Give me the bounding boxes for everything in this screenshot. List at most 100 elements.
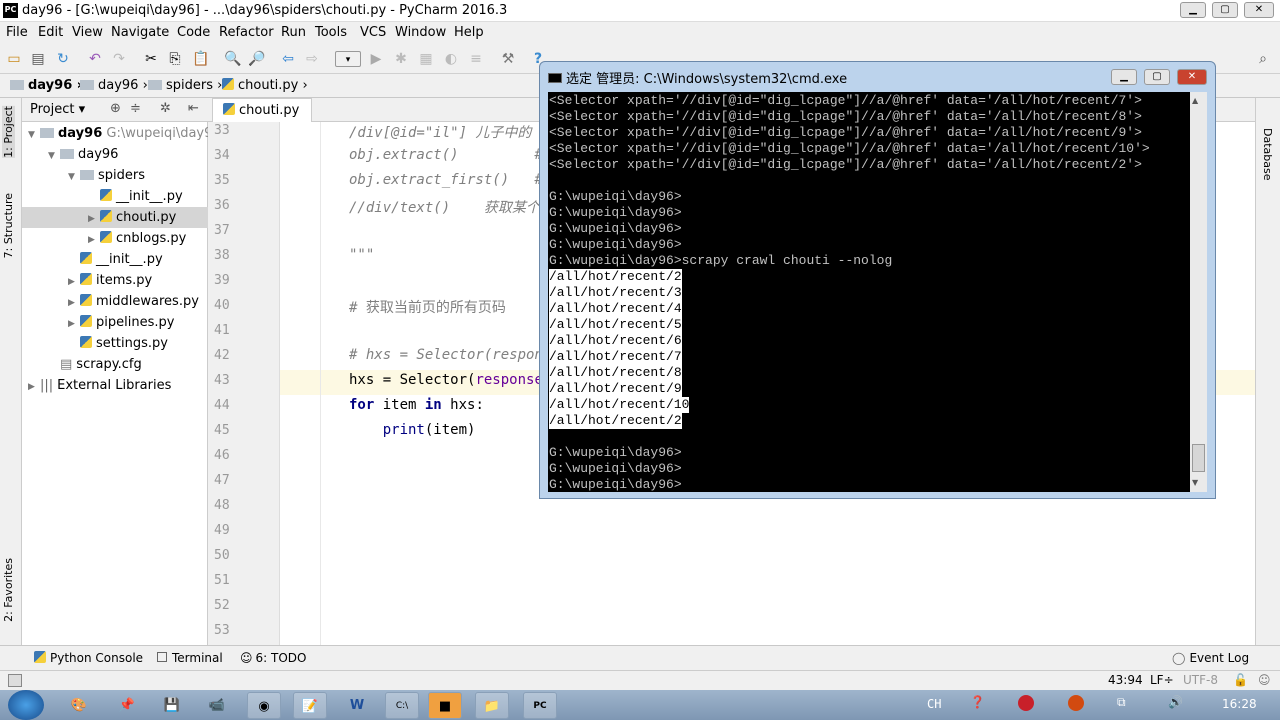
structure-tool-tab[interactable]: 7: Structure [2, 193, 15, 258]
tree-item[interactable]: ▼ day96 [48, 144, 118, 165]
breadcrumb-item[interactable]: day96 › [10, 78, 82, 93]
tab-chouti-py[interactable]: chouti.py × [212, 98, 312, 141]
gear-icon[interactable]: ✲ [160, 101, 171, 116]
copy-icon[interactable]: ⎘ [167, 51, 183, 67]
scroll-up-icon[interactable]: ▲ [1192, 96, 1198, 105]
cmd-scroll-thumb[interactable] [1192, 444, 1205, 472]
menu-window[interactable]: Window [395, 25, 446, 40]
tree-item[interactable]: settings.py [68, 333, 168, 354]
expand-arrow-icon[interactable]: ▶ [88, 230, 100, 251]
find-icon[interactable]: 🔍 [224, 51, 241, 67]
run-icon[interactable]: ▶ [368, 51, 384, 67]
expand-arrow-icon[interactable]: ▶ [68, 314, 80, 335]
menu-edit[interactable]: Edit [38, 25, 63, 40]
breadcrumb-item[interactable]: spiders › [148, 78, 222, 93]
taskbar-notepad-icon[interactable]: 📝 [293, 692, 327, 719]
menu-file[interactable]: File [6, 25, 28, 40]
taskbar-chrome-icon[interactable]: ◉ [247, 692, 281, 719]
paste-icon[interactable]: 📋 [192, 51, 209, 67]
tree-item[interactable]: ▼ spiders [68, 165, 145, 186]
expand-arrow-icon[interactable]: ▶ [28, 377, 40, 398]
cmd-minimize-button[interactable]: ▁ [1111, 69, 1137, 85]
expand-arrow-icon[interactable]: ▶ [68, 293, 80, 314]
breadcrumb-item[interactable]: chouti.py › [222, 78, 308, 93]
ime-indicator[interactable]: CH [927, 697, 941, 711]
project-view-dropdown[interactable]: Project ▾ [30, 102, 85, 117]
taskbar-tool-icon[interactable]: 📌 [110, 692, 144, 719]
debug-icon[interactable]: ✱ [393, 51, 409, 67]
tree-item[interactable]: ▶ ||| External Libraries [28, 375, 171, 396]
taskbar-recorder-icon[interactable]: ■ [428, 692, 462, 719]
menu-vcs[interactable]: VCS [360, 25, 386, 40]
search-everywhere-icon[interactable]: ⌕ [1255, 51, 1271, 67]
file-encoding[interactable]: UTF-8 [1183, 673, 1218, 687]
replace-icon[interactable]: 🔎 [248, 51, 265, 67]
sync-icon[interactable]: ↻ [55, 51, 71, 67]
tree-item[interactable]: __init__.py [68, 249, 163, 270]
scroll-down-icon[interactable]: ▼ [1192, 478, 1198, 487]
concurrency-icon[interactable]: ≡ [468, 51, 484, 67]
cut-icon[interactable]: ✂ [143, 51, 159, 67]
menu-tools[interactable]: Tools [315, 25, 347, 40]
coverage-icon[interactable]: ▦ [418, 51, 434, 67]
tree-item[interactable]: ▶ cnblogs.py [88, 228, 186, 249]
expressvpn-tray-icon[interactable] [1018, 695, 1034, 711]
expand-arrow-icon[interactable]: ▼ [68, 167, 80, 188]
menu-refactor[interactable]: Refactor [219, 25, 274, 40]
tool-windows-toggle[interactable] [8, 674, 22, 687]
maximize-button[interactable]: ▢ [1212, 2, 1238, 18]
database-tool-tab[interactable]: Database [1261, 128, 1274, 181]
network-tray-icon[interactable]: ⧉ [1117, 695, 1126, 710]
python-console-tab[interactable]: Python Console [34, 651, 143, 665]
cmd-maximize-button[interactable]: ▢ [1144, 69, 1170, 85]
save-icon[interactable]: ▤ [30, 51, 46, 67]
taskbar-word-icon[interactable]: W [340, 692, 374, 719]
redo-icon[interactable]: ↷ [111, 51, 127, 67]
taskbar-pycharm-icon[interactable]: PC [523, 692, 557, 719]
cmd-close-button[interactable]: ✕ [1177, 69, 1207, 85]
project-tool-tab[interactable]: 1: Project [2, 106, 15, 158]
tree-item[interactable]: ▼ day96 G:\wupeiqi\day96 [28, 123, 221, 144]
tree-item[interactable]: ▶ chouti.py [22, 207, 208, 228]
tree-item[interactable]: ▶ pipelines.py [68, 312, 174, 333]
event-log-tab[interactable]: ◯ Event Log [1172, 651, 1249, 665]
expand-arrow-icon[interactable]: ▼ [48, 146, 60, 167]
lock-icon[interactable]: 🔓 [1233, 673, 1248, 687]
taskbar-save-icon[interactable]: 💾 [155, 692, 189, 719]
hide-panel-icon[interactable]: ⇤ [188, 101, 199, 116]
taskbar-camera-icon[interactable]: 📹 [200, 692, 234, 719]
cmd-scrollbar[interactable]: ▲ ▼ [1190, 92, 1207, 492]
menu-navigate[interactable]: Navigate [111, 25, 169, 40]
help-tray-icon[interactable]: ❓ [970, 695, 985, 709]
taskbar-explorer-icon[interactable]: 📁 [475, 692, 509, 719]
favorites-tool-tab[interactable]: 2: Favorites [2, 558, 15, 622]
menu-code[interactable]: Code [177, 25, 210, 40]
taskbar-cmd-icon[interactable]: C:\ [385, 692, 419, 719]
tree-item[interactable]: ▶ middlewares.py [68, 291, 199, 312]
settings-wrench-icon[interactable]: ⚒ [500, 51, 516, 67]
menu-view[interactable]: View [72, 25, 103, 40]
record-tray-icon[interactable] [1068, 695, 1084, 711]
cursor-position[interactable]: 43:94 [1108, 673, 1143, 687]
line-separator[interactable]: LF÷ [1150, 673, 1174, 687]
close-button[interactable]: ✕ [1244, 2, 1274, 18]
todo-tab[interactable]: ☺ 6: TODO [240, 651, 306, 665]
tree-item[interactable]: ▤ scrapy.cfg [48, 354, 142, 375]
back-icon[interactable]: ⇦ [280, 51, 296, 67]
terminal-tab[interactable]: Terminal [157, 651, 223, 665]
volume-tray-icon[interactable]: 🔊 [1168, 695, 1183, 709]
inspector-icon[interactable]: ☺ [1258, 673, 1271, 687]
start-button[interactable] [8, 690, 44, 720]
open-folder-icon[interactable]: ▭ [6, 51, 22, 67]
run-config-dropdown[interactable]: ▾ [335, 51, 361, 67]
forward-icon[interactable]: ⇨ [304, 51, 320, 67]
tree-item[interactable]: ▶ items.py [68, 270, 152, 291]
clock[interactable]: 16:28 [1222, 697, 1257, 711]
menu-help[interactable]: Help [454, 25, 484, 40]
menu-run[interactable]: Run [281, 25, 306, 40]
minimize-button[interactable]: ▁ [1180, 2, 1206, 18]
expand-arrow-icon[interactable]: ▶ [68, 272, 80, 293]
breadcrumb-item[interactable]: day96 › [80, 78, 148, 93]
cmd-output[interactable]: <Selector xpath='//div[@id="dig_lcpage"]… [548, 92, 1190, 492]
profile-icon[interactable]: ◐ [443, 51, 459, 67]
